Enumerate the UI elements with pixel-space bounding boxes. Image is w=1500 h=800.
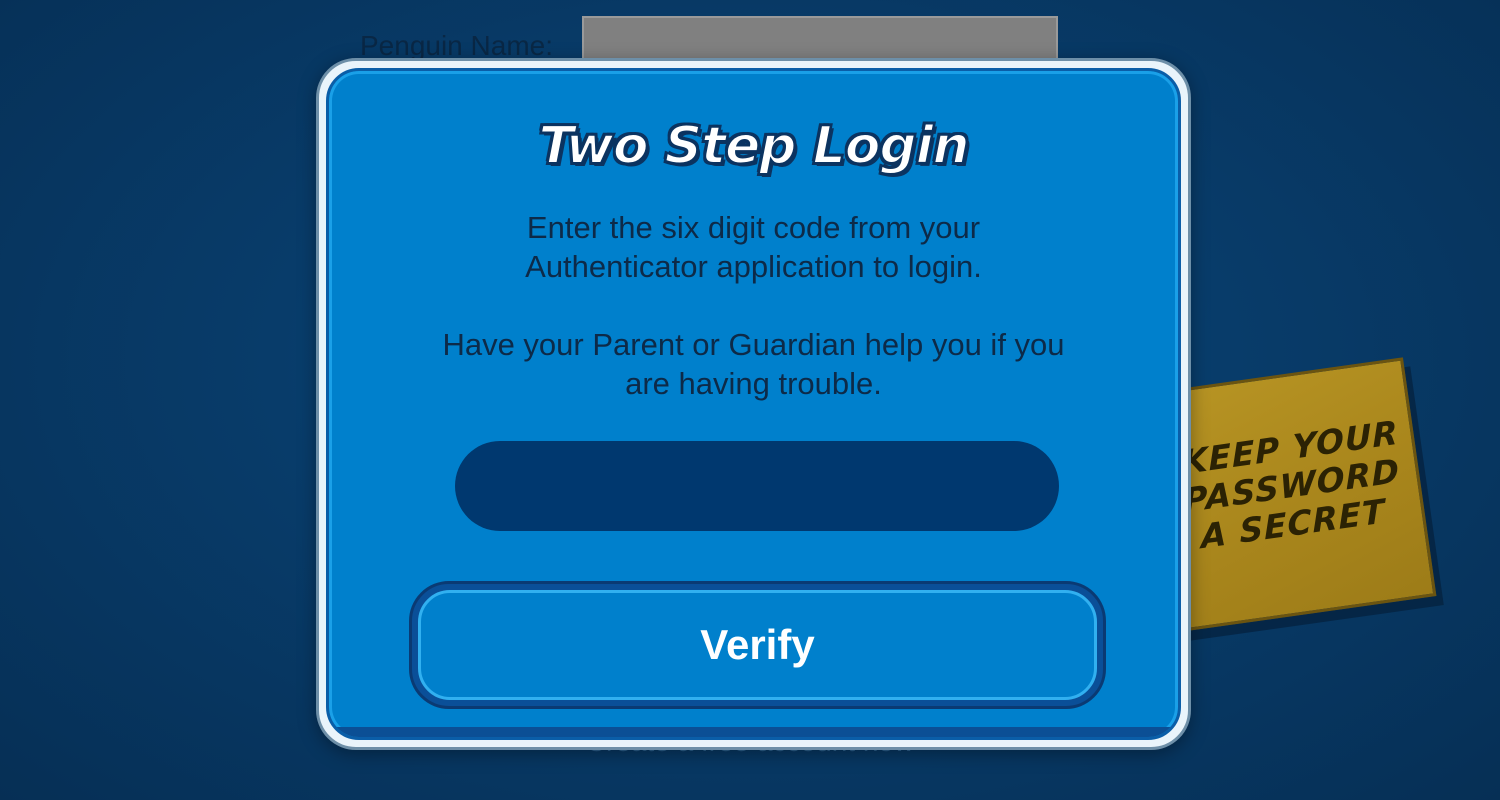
- two-step-login-dialog: Two Step Login Enter the six digit code …: [316, 58, 1191, 750]
- instructions-text: Enter the six digit code from your Authe…: [329, 208, 1178, 286]
- dialog-panel: Two Step Login Enter the six digit code …: [326, 68, 1181, 740]
- verify-button[interactable]: Verify: [409, 581, 1106, 709]
- verify-button-face[interactable]: Verify: [418, 590, 1097, 700]
- note-text: KEEP YOUR PASSWORD A SECRET: [1181, 412, 1401, 557]
- instructions-line: Enter the six digit code from your Authe…: [525, 210, 982, 284]
- verify-label: Verify: [700, 621, 815, 668]
- authenticator-code-input[interactable]: [455, 441, 1059, 531]
- help-line: Have your Parent or Guardian help you if…: [442, 327, 1065, 401]
- dialog-title: Two Step Login: [537, 115, 970, 177]
- help-text: Have your Parent or Guardian help you if…: [329, 325, 1178, 403]
